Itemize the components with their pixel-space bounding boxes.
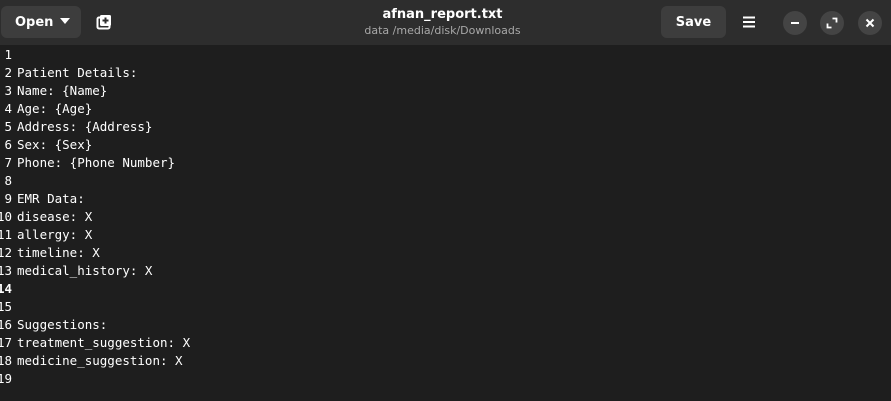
code-line[interactable]: Name: {Name} [17, 82, 107, 100]
header-bar: Open afnan_report.txt data /media/disk/D… [0, 0, 891, 45]
code-line[interactable]: Suggestions: [17, 316, 107, 334]
code-line[interactable]: Phone: {Phone Number} [17, 154, 175, 172]
line-number: 12 [0, 245, 12, 260]
text-editor-area[interactable]: 1 2 3 4 5 6 7 8 9 10 11 12 13 14 15 16 17 18 19 Patient De… [0, 45, 891, 401]
new-tab-icon [96, 15, 111, 30]
open-button[interactable]: Open [1, 6, 81, 38]
line-number: 11 [0, 227, 12, 242]
line-number: 17 [0, 335, 12, 350]
code-line[interactable]: medicine_suggestion: X [17, 352, 183, 370]
code-line[interactable]: Address: {Address} [17, 118, 152, 136]
line-number: 15 [0, 299, 12, 314]
line-number: 4 [4, 101, 12, 116]
text-editor-window: Open afnan_report.txt data /media/disk/D… [0, 0, 891, 401]
hamburger-menu-icon [743, 16, 755, 28]
code-line[interactable]: Patient Details: [17, 64, 137, 82]
line-number: 8 [4, 173, 12, 188]
close-icon [865, 18, 875, 28]
code-line[interactable]: Age: {Age} [17, 100, 92, 118]
line-number: 1 [4, 47, 12, 62]
close-button[interactable] [858, 11, 882, 35]
line-number: 13 [0, 263, 12, 278]
save-button-label: Save [675, 14, 712, 30]
open-button-label: Open [15, 14, 54, 30]
line-number: 14 [0, 281, 12, 296]
chevron-down-icon [60, 18, 70, 24]
line-number: 5 [4, 119, 12, 134]
title-block: afnan_report.txt data /media/disk/Downlo… [300, 6, 585, 38]
line-number: 2 [4, 65, 12, 80]
line-number: 3 [4, 83, 12, 98]
code-line[interactable]: treatment_suggestion: X [17, 334, 190, 352]
maximize-icon [826, 17, 838, 29]
maximize-button[interactable] [820, 11, 844, 35]
line-number: 19 [0, 371, 12, 386]
code-line[interactable]: EMR Data: [17, 190, 85, 208]
line-number: 9 [4, 191, 12, 206]
main-menu-button[interactable] [734, 6, 764, 38]
window-title: afnan_report.txt [382, 7, 503, 22]
code-line[interactable]: timeline: X [17, 244, 100, 262]
line-number: 18 [0, 353, 12, 368]
code-line[interactable]: disease: X [17, 208, 92, 226]
line-number: 7 [4, 155, 12, 170]
code-line[interactable]: allergy: X [17, 226, 92, 244]
line-number: 10 [0, 209, 12, 224]
minimize-button[interactable] [783, 11, 807, 35]
file-path: data /media/disk/Downloads [364, 24, 521, 37]
code-line[interactable]: medical_history: X [17, 262, 152, 280]
minimize-icon [791, 22, 799, 24]
code-line[interactable]: Sex: {Sex} [17, 136, 92, 154]
line-number: 6 [4, 137, 12, 152]
save-button[interactable]: Save [661, 6, 726, 38]
new-tab-button[interactable] [88, 6, 120, 38]
line-number: 16 [0, 317, 12, 332]
